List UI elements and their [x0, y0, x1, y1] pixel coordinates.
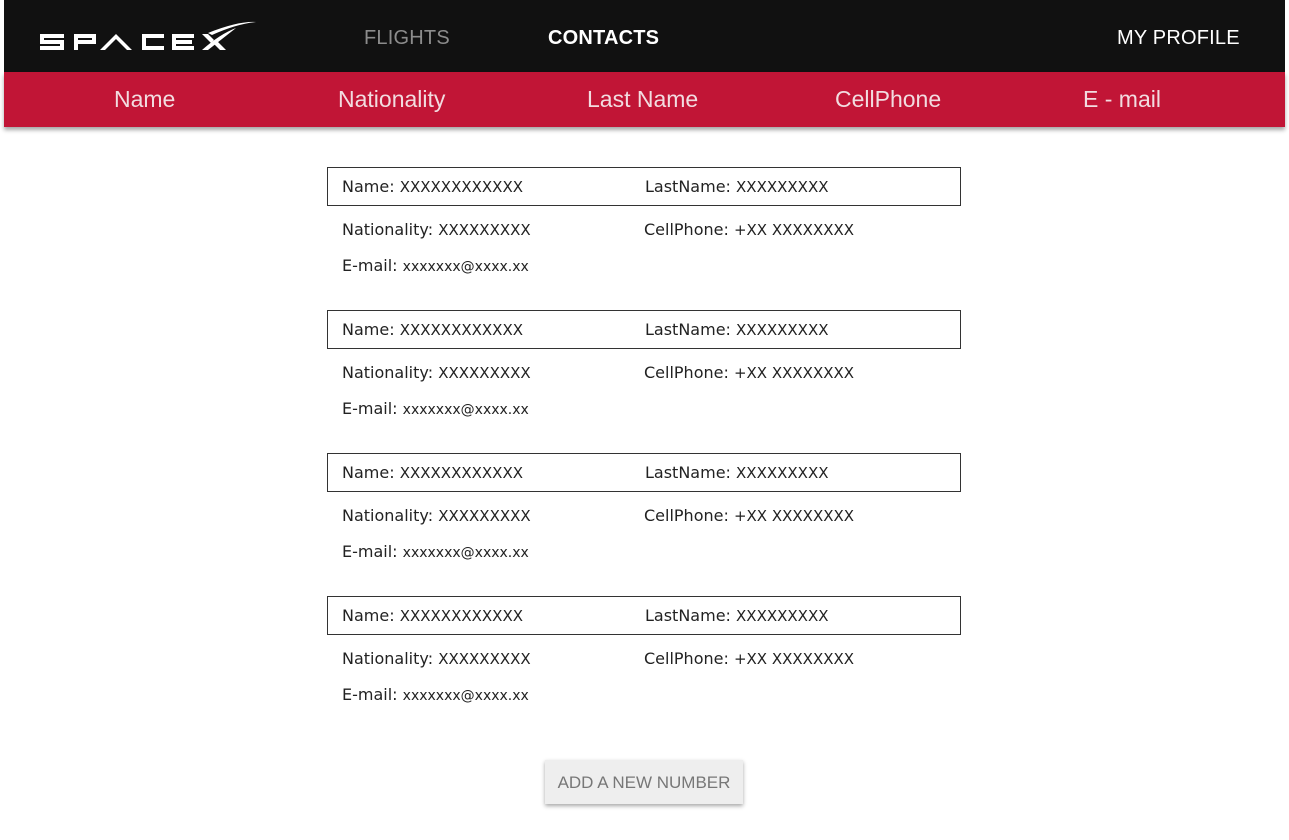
column-header-bar: Name Nationality Last Name CellPhone E -… [4, 72, 1285, 127]
contact-lastname: LastName: XXXXXXXXX [645, 463, 829, 482]
contact-nationality: Nationality: XXXXXXXXX [342, 220, 531, 239]
spacex-logo[interactable] [38, 20, 258, 54]
contact-cellphone: CellPhone: +XX XXXXXXXX [644, 649, 855, 668]
column-header-last-name[interactable]: Last Name [587, 86, 698, 112]
nav-contacts[interactable]: CONTACTS [548, 26, 659, 50]
contact-lastname: LastName: XXXXXXXXX [645, 177, 829, 196]
contact-cellphone: CellPhone: +XX XXXXXXXX [644, 363, 855, 382]
contact-lastname: LastName: XXXXXXXXX [645, 606, 829, 625]
contact-nationality: Nationality: XXXXXXXXX [342, 363, 531, 382]
column-header-email[interactable]: E - mail [1083, 86, 1161, 112]
contact-email: E-mail: xxxxxxx@xxxx.xx [342, 399, 529, 418]
contact-card[interactable]: Name: XXXXXXXXXXXX LastName: XXXXXXXXX N… [327, 453, 961, 583]
contact-cellphone: CellPhone: +XX XXXXXXXX [644, 220, 855, 239]
nav-flights[interactable]: FLIGHTS [364, 26, 450, 50]
contact-lastname: LastName: XXXXXXXXX [645, 320, 829, 339]
column-header-nationality[interactable]: Nationality [338, 86, 445, 112]
column-header-cellphone[interactable]: CellPhone [835, 86, 941, 112]
contact-name: Name: XXXXXXXXXXXX [342, 463, 523, 482]
contact-name: Name: XXXXXXXXXXXX [342, 320, 523, 339]
contact-email: E-mail: xxxxxxx@xxxx.xx [342, 256, 529, 275]
contact-cellphone: CellPhone: +XX XXXXXXXX [644, 506, 855, 525]
contact-name: Name: XXXXXXXXXXXX [342, 606, 523, 625]
contact-name: Name: XXXXXXXXXXXX [342, 177, 523, 196]
contact-email: E-mail: xxxxxxx@xxxx.xx [342, 685, 529, 704]
contact-card[interactable]: Name: XXXXXXXXXXXX LastName: XXXXXXXXX N… [327, 167, 961, 297]
top-navigation-bar: FLIGHTS CONTACTS MY PROFILE [4, 0, 1285, 72]
contact-nationality: Nationality: XXXXXXXXX [342, 649, 531, 668]
contact-card[interactable]: Name: XXXXXXXXXXXX LastName: XXXXXXXXX N… [327, 310, 961, 440]
contact-nationality: Nationality: XXXXXXXXX [342, 506, 531, 525]
contact-card[interactable]: Name: XXXXXXXXXXXX LastName: XXXXXXXXX N… [327, 596, 961, 726]
nav-my-profile[interactable]: MY PROFILE [1117, 26, 1240, 50]
add-new-number-button[interactable]: ADD A NEW NUMBER [545, 760, 743, 804]
contact-email: E-mail: xxxxxxx@xxxx.xx [342, 542, 529, 561]
column-header-name[interactable]: Name [114, 86, 175, 112]
logo-wordmark [40, 21, 256, 50]
